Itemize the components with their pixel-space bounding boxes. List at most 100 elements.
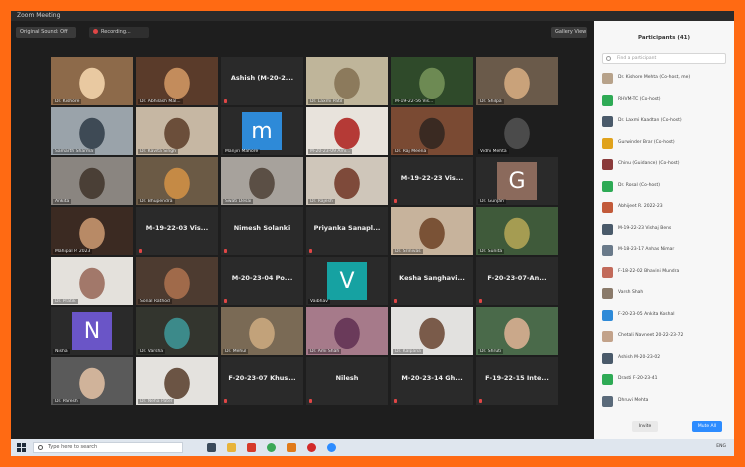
chrome-icon[interactable] bbox=[267, 443, 276, 452]
participant-video-feed bbox=[136, 57, 218, 105]
participant-video-tile[interactable]: Dr. Neha Patel bbox=[136, 357, 218, 405]
participant-video-tile[interactable]: Nilesh bbox=[306, 357, 388, 405]
participant-row-name: Chinu (Guidance) (Co-host) bbox=[618, 161, 680, 166]
participant-avatar bbox=[602, 288, 613, 299]
participant-video-tile[interactable]: V Vaibhav bbox=[306, 257, 388, 305]
participant-video-tile[interactable]: Dr. Paresh bbox=[51, 357, 133, 405]
participant-video-tile[interactable]: F-19-22-15 Inte... bbox=[476, 357, 558, 405]
participant-name: M-20-23-04 Po... bbox=[231, 274, 293, 282]
microphone-muted-icon bbox=[224, 299, 227, 303]
participant-video-tile[interactable]: Dr. Mehul bbox=[221, 307, 303, 355]
participant-video-tile[interactable]: Dr. Rajesh bbox=[306, 157, 388, 205]
participant-row[interactable]: Dhruvi Mehta bbox=[602, 394, 728, 408]
file-explorer-icon[interactable] bbox=[227, 443, 236, 452]
participant-video-tile[interactable]: Dr. Ami Shah bbox=[306, 307, 388, 355]
participant-video-tile[interactable]: Sonal Rathod bbox=[136, 257, 218, 305]
participant-video-tile[interactable]: M-20-23-09 Ami... bbox=[306, 107, 388, 155]
task-view-icon[interactable] bbox=[207, 443, 216, 452]
participant-video-tile[interactable]: Dr. Srinivas bbox=[391, 207, 473, 255]
participant-row[interactable]: M-18-23-17 Anhas Nimar bbox=[602, 243, 728, 257]
participant-video-tile[interactable]: M-20-23-14 Gh... bbox=[391, 357, 473, 405]
recording-indicator[interactable]: Recording... bbox=[89, 27, 149, 38]
participant-row[interactable]: Drasti F-20-23-41 bbox=[602, 372, 728, 386]
participant-video-tile[interactable]: Dr. Kalpana bbox=[391, 307, 473, 355]
microphone-muted-icon bbox=[309, 399, 312, 403]
participant-name: Kesha Sanghavi... bbox=[399, 274, 465, 282]
participant-video-tile[interactable]: Swati Desai bbox=[221, 157, 303, 205]
participant-video-tile[interactable]: Dr. Kavita Singh bbox=[136, 107, 218, 155]
participant-row[interactable]: Abhijeet R. 2022-23 bbox=[602, 200, 728, 214]
participant-video-tile[interactable]: Dr. Laxmi Patil bbox=[306, 57, 388, 105]
participant-row[interactable]: F-18-22-02 Bhavini Mundra bbox=[602, 265, 728, 279]
participant-row-name: Chetali Navneet 20-22-23-72 bbox=[618, 333, 684, 338]
participant-video-tile[interactable]: Dr. Bhupendra bbox=[136, 157, 218, 205]
participant-video-tile[interactable]: Dr. Pratik bbox=[51, 257, 133, 305]
invite-button[interactable]: Invite bbox=[632, 421, 658, 432]
participant-row[interactable]: Chetali Navneet 20-22-23-72 bbox=[602, 329, 728, 343]
participant-search-input[interactable]: Find a participant bbox=[602, 53, 726, 64]
participant-row[interactable]: Gurwinder Brar (Co-host) bbox=[602, 136, 728, 150]
participant-row[interactable]: Dr. Rosal (Co-host) bbox=[602, 179, 728, 193]
windows-start-icon[interactable] bbox=[17, 443, 26, 452]
participant-row-name: Gurwinder Brar (Co-host) bbox=[618, 139, 675, 145]
participant-video-feed bbox=[306, 157, 388, 205]
participant-name: Dr. Sunita bbox=[478, 249, 505, 254]
participant-row[interactable]: Varsh Shah bbox=[602, 286, 728, 300]
participant-video-tile[interactable]: Dr. Abhilash Mal... bbox=[136, 57, 218, 105]
participant-row[interactable]: Chinu (Guidance) (Co-host) bbox=[602, 157, 728, 171]
participant-video-tile[interactable]: Ashish (M-20-2... bbox=[221, 57, 303, 105]
orange-border-frame: Zoom Meeting Original Sound: Off Recordi… bbox=[11, 11, 734, 456]
participant-name: Dr. Srinivas bbox=[393, 249, 423, 254]
participant-video-tile[interactable]: N Nisha bbox=[51, 307, 133, 355]
participant-row-name: Dr. Laxmi Kaadtan (Co-host) bbox=[618, 118, 682, 123]
participant-row[interactable]: Dr. Kishore Mehta (Co-host, me) bbox=[602, 71, 728, 85]
participant-video-tile[interactable]: M-19-22-03 Vis... bbox=[136, 207, 218, 255]
participant-video-feed bbox=[391, 207, 473, 255]
original-sound-button[interactable]: Original Sound: Off bbox=[16, 27, 76, 38]
participant-video-tile[interactable]: Dr. Raj Meena bbox=[391, 107, 473, 155]
participant-row[interactable]: Ashish M-20-23-02 bbox=[602, 351, 728, 365]
participant-video-tile[interactable]: Dr. Sunita bbox=[476, 207, 558, 255]
participant-video-tile[interactable]: F-20-23-07 Khus... bbox=[221, 357, 303, 405]
participant-video-tile[interactable]: Dr. Shilpa bbox=[476, 57, 558, 105]
participant-row-name: M-18-23-17 Anhas Nimar bbox=[618, 247, 675, 252]
zoom-icon[interactable] bbox=[327, 443, 336, 452]
participant-name: F-20-23-07 Khus... bbox=[228, 374, 296, 382]
participant-name: Dr. Paresh bbox=[53, 399, 80, 404]
participant-video-tile[interactable]: m Manjiri Mahore bbox=[221, 107, 303, 155]
participant-video-tile[interactable]: M-19-22-23 Vis... bbox=[391, 157, 473, 205]
participant-video-tile[interactable]: F-20-23-07-An... bbox=[476, 257, 558, 305]
participant-video-tile[interactable]: Ankita bbox=[51, 157, 133, 205]
participant-video-tile[interactable]: Vidhi Mehta bbox=[476, 107, 558, 155]
participant-video-tile[interactable]: Nimesh Solanki bbox=[221, 207, 303, 255]
participant-video-tile[interactable]: Dr. Kishore bbox=[51, 57, 133, 105]
participant-video-tile[interactable]: Kesha Sanghavi... bbox=[391, 257, 473, 305]
participant-video-feed bbox=[391, 57, 473, 105]
participant-row[interactable]: Dr. Laxmi Kaadtan (Co-host) bbox=[602, 114, 728, 128]
participant-video-feed bbox=[306, 57, 388, 105]
microphone-muted-icon bbox=[394, 299, 397, 303]
participant-avatar bbox=[602, 73, 613, 84]
participant-video-tile[interactable]: Samarth Sharma bbox=[51, 107, 133, 155]
participant-video-tile[interactable]: Priyanka Sanapl... bbox=[306, 207, 388, 255]
participant-video-tile[interactable]: M-20-23-04 Po... bbox=[221, 257, 303, 305]
participant-video-tile[interactable]: G Dr. Gunjan bbox=[476, 157, 558, 205]
system-tray[interactable]: ENG bbox=[716, 444, 726, 449]
participant-row[interactable]: F-20-23-05 Ankita Koshal bbox=[602, 308, 728, 322]
gallery-view-button[interactable]: Gallery View bbox=[551, 27, 587, 38]
participant-video-tile[interactable]: Mahipal P. 2023 bbox=[51, 207, 133, 255]
mute-all-button[interactable]: Mute All bbox=[692, 421, 722, 432]
participant-row[interactable]: RHVM-TC (Co-host) bbox=[602, 93, 728, 107]
taskbar-search-input[interactable]: Type here to search bbox=[33, 442, 183, 453]
participant-video-feed bbox=[221, 307, 303, 355]
participant-row[interactable]: M-19-22-23 Vishaj Bens bbox=[602, 222, 728, 236]
opera-icon[interactable] bbox=[307, 443, 316, 452]
participant-name: Dr. Kishore bbox=[53, 99, 82, 104]
acrobat-icon[interactable] bbox=[247, 443, 256, 452]
participant-video-tile[interactable]: Dr. Shruti bbox=[476, 307, 558, 355]
participant-video-tile[interactable]: Dr. Varsha bbox=[136, 307, 218, 355]
participant-avatar bbox=[602, 94, 613, 106]
media-icon[interactable] bbox=[287, 443, 296, 452]
participant-video-tile[interactable]: M-19-22-56 Vis... bbox=[391, 57, 473, 105]
meeting-area: Original Sound: Off Recording... Gallery… bbox=[11, 21, 594, 439]
